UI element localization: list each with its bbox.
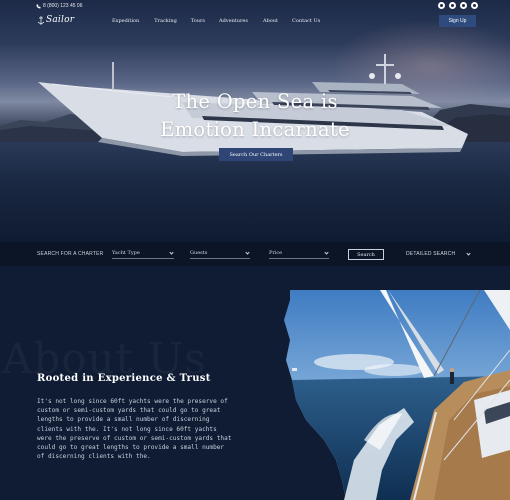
nav-tracking[interactable]: Tracking	[154, 18, 177, 24]
hero-title-line1: The Open Sea is	[172, 90, 338, 113]
phone-contact[interactable]: 8 (800) 123 45 06	[36, 3, 82, 9]
sign-up-button[interactable]: Sign Up	[439, 15, 476, 27]
phone-icon	[36, 4, 41, 8]
youtube-icon[interactable]	[471, 2, 478, 9]
nav-tours[interactable]: Tours	[191, 18, 205, 24]
sailboat-photo	[284, 290, 510, 500]
about-heading: Rooted in Experience & Trust	[37, 373, 211, 384]
guests-value: Guests	[190, 250, 208, 256]
top-bar: 8 (800) 123 45 06	[0, 0, 510, 14]
search-label: SEARCH FOR A CHARTER	[37, 251, 104, 257]
search-charters-button[interactable]: Search Our Charters	[219, 148, 293, 161]
detailed-search-toggle[interactable]: DETAILED SEARCH	[406, 251, 455, 257]
logo[interactable]: Sailor	[38, 15, 74, 25]
hero-title-line2: Emotion Incarnate	[160, 118, 350, 141]
price-value: Price	[269, 250, 283, 256]
yacht-type-select[interactable]: Yacht Type	[112, 248, 174, 259]
nav-contact-us[interactable]: Contact Us	[292, 18, 320, 24]
guests-select[interactable]: Guests	[190, 248, 250, 259]
phone-number: 8 (800) 123 45 06	[43, 3, 83, 9]
nav-adventures[interactable]: Adventures	[219, 18, 248, 24]
social-links	[438, 2, 478, 9]
logo-text: Sailor	[46, 15, 75, 25]
facebook-icon[interactable]	[438, 2, 445, 9]
about-body: It's not long since 60ft yachts were the…	[37, 398, 232, 461]
twitter-icon[interactable]	[449, 2, 456, 9]
nav-about[interactable]: About	[263, 18, 278, 24]
chevron-down-icon	[245, 250, 250, 255]
yacht-type-value: Yacht Type	[112, 250, 140, 256]
anchor-icon	[38, 15, 44, 25]
main-nav: Expedition Tracking Tours Adventures Abo…	[112, 18, 320, 24]
hero-title: The Open Sea is Emotion Incarnate	[0, 88, 510, 144]
search-button[interactable]: Search	[348, 249, 384, 260]
instagram-icon[interactable]	[460, 2, 467, 9]
nav-expedition[interactable]: Expedition	[112, 18, 139, 24]
price-select[interactable]: Price	[269, 248, 329, 259]
chevron-down-icon	[169, 250, 174, 255]
chevron-down-icon	[324, 250, 329, 255]
